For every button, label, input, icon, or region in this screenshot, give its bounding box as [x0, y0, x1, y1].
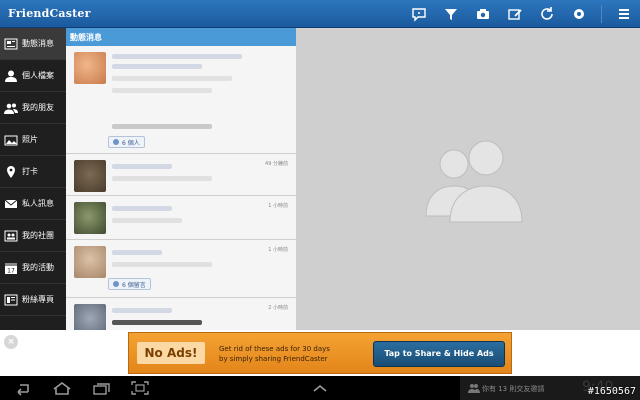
news-feed: 動態消息 6 個人 49 分鐘前 1 小時前 1 小時前 6 個留言 2 小時前 [66, 28, 296, 330]
sidebar-item-friends[interactable]: 我的朋友 [0, 92, 66, 124]
post-text-blurred [112, 308, 172, 313]
post-text-blurred [112, 218, 182, 223]
post-text-blurred [112, 76, 232, 81]
groups-icon [4, 229, 18, 243]
comments-count: 6 個留言 [122, 281, 146, 289]
feed-post[interactable]: 1 小時前 [66, 196, 296, 240]
sidebar-item-checkin[interactable]: 打卡 [0, 156, 66, 188]
sidebar-item-photos[interactable]: 照片 [0, 124, 66, 156]
home-icon[interactable] [50, 379, 74, 397]
feed-post[interactable]: 1 小時前 6 個留言 [66, 240, 296, 298]
post-timestamp: 49 分鐘前 [265, 161, 288, 167]
empty-people-icon [425, 140, 523, 223]
refresh-icon[interactable] [531, 0, 563, 28]
post-text-blurred [112, 206, 172, 211]
post-text-blurred [112, 262, 212, 267]
person-icon [4, 69, 18, 83]
sidebar-item-pages[interactable]: 粉絲專頁 [0, 284, 66, 316]
post-text-blurred [112, 124, 212, 129]
feed-header: 動態消息 [66, 28, 296, 46]
feed-post[interactable]: 2 小時前 [66, 298, 296, 330]
sidebar-item-label: 個人檔案 [22, 71, 54, 80]
avatar[interactable] [74, 246, 106, 278]
sidebar-item-messages[interactable]: 私人訊息 [0, 188, 66, 220]
sidebar-item-label: 粉絲專頁 [22, 295, 54, 304]
feed-post[interactable]: 49 分鐘前 [66, 154, 296, 196]
sidebar-item-label: 我的朋友 [22, 103, 54, 112]
sidebar-item-label: 打卡 [22, 167, 38, 176]
friends-icon [4, 101, 18, 115]
watermark: #1650567 [587, 386, 636, 397]
sidebar-item-label: 照片 [22, 135, 38, 144]
system-bar: 你有 13 則交友邀請 9:40 #1650567 [0, 376, 640, 400]
avatar[interactable] [74, 202, 106, 234]
menu-icon[interactable] [608, 0, 640, 28]
avatar[interactable] [74, 160, 106, 192]
share-hide-ads-button[interactable]: Tap to Share & Hide Ads [373, 341, 505, 367]
chevron-up-icon[interactable] [308, 379, 332, 397]
ad-text: Get rid of these ads for 30 days by simp… [219, 344, 330, 364]
ad-line-2: by simply sharing FriendCaster [219, 355, 328, 363]
settings-icon[interactable] [563, 0, 595, 28]
toolbar-actions [403, 0, 640, 28]
feed-post[interactable]: 6 個人 [66, 46, 296, 154]
post-text-blurred [112, 88, 212, 93]
calendar-icon: 17 [4, 261, 18, 275]
app-title: FriendCaster [8, 7, 91, 20]
notification-text: 你有 13 則交友邀請 [482, 385, 545, 393]
close-ad-button[interactable]: × [4, 335, 18, 349]
chat-icon[interactable] [403, 0, 435, 28]
likes-chip[interactable]: 6 個人 [108, 136, 145, 148]
photos-icon [4, 133, 18, 147]
svg-text:17: 17 [7, 267, 15, 274]
sidebar: 動態消息 個人檔案 我的朋友 照片 打卡 私人訊息 我的社團 17 我的活動 粉… [0, 28, 66, 330]
post-timestamp: 1 小時前 [268, 203, 288, 209]
pages-icon [4, 293, 18, 307]
sidebar-item-label: 我的活動 [22, 263, 54, 272]
avatar[interactable] [74, 304, 106, 330]
sidebar-item-groups[interactable]: 我的社團 [0, 220, 66, 252]
detail-pane [296, 28, 640, 330]
compose-icon[interactable] [499, 0, 531, 28]
back-icon[interactable] [10, 379, 34, 397]
sidebar-item-label: 私人訊息 [22, 199, 54, 208]
toolbar-divider [601, 5, 602, 23]
likes-count: 6 個人 [122, 139, 140, 147]
post-timestamp: 2 小時前 [268, 305, 288, 311]
post-text-blurred [112, 176, 212, 181]
action-bar: FriendCaster [0, 0, 640, 28]
location-pin-icon [4, 165, 18, 179]
post-timestamp: 1 小時前 [268, 247, 288, 253]
post-text-blurred [112, 64, 202, 69]
comment-icon [113, 281, 119, 287]
camera-icon[interactable] [467, 0, 499, 28]
sidebar-item-label: 動態消息 [22, 39, 54, 48]
thumbs-up-icon [113, 139, 119, 145]
post-text-blurred [112, 164, 172, 169]
sidebar-item-profile[interactable]: 個人檔案 [0, 60, 66, 92]
post-text-blurred [112, 250, 162, 255]
news-icon [4, 37, 18, 51]
sidebar-item-news-feed[interactable]: 動態消息 [0, 28, 66, 60]
mail-icon [4, 197, 18, 211]
post-text-blurred [112, 54, 242, 59]
ad-banner[interactable]: No Ads! Get rid of these ads for 30 days… [128, 332, 512, 374]
ad-line-1: Get rid of these ads for 30 days [219, 345, 330, 353]
recent-apps-icon[interactable] [90, 379, 114, 397]
avatar[interactable] [74, 52, 106, 84]
friend-request-icon [468, 384, 480, 393]
ad-title: No Ads! [137, 342, 205, 364]
sidebar-item-label: 我的社團 [22, 231, 54, 240]
post-text-blurred [112, 320, 202, 325]
ad-row: × No Ads! Get rid of these ads for 30 da… [0, 330, 640, 376]
sidebar-item-events[interactable]: 17 我的活動 [0, 252, 66, 284]
comments-chip[interactable]: 6 個留言 [108, 278, 151, 290]
filter-icon[interactable] [435, 0, 467, 28]
screenshot-icon[interactable] [128, 379, 152, 397]
